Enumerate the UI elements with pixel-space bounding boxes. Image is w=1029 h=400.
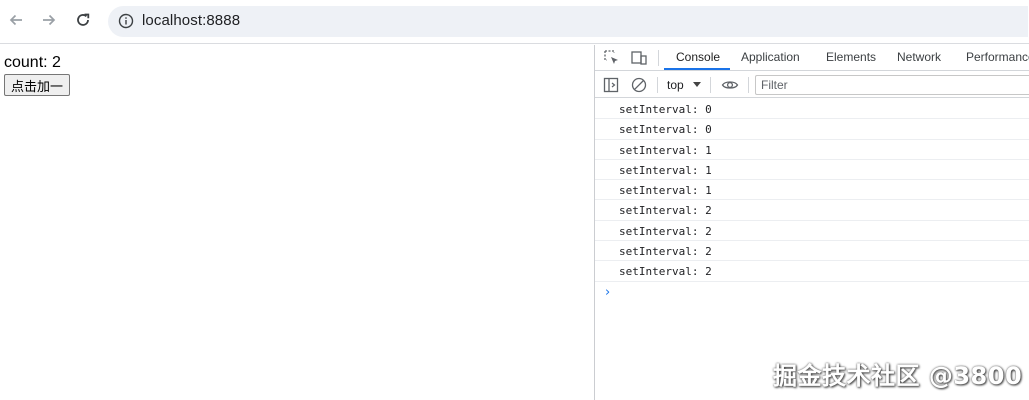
active-tab-indicator bbox=[664, 68, 730, 70]
reload-button[interactable] bbox=[71, 8, 95, 32]
caret-down-icon[interactable] bbox=[693, 82, 701, 87]
log-row: setInterval: 2 bbox=[595, 261, 1029, 282]
log-message: setInterval: 2 bbox=[619, 245, 712, 259]
reload-icon bbox=[77, 13, 90, 26]
tab-application[interactable]: Application bbox=[741, 50, 800, 64]
log-row: setInterval: 1 bbox=[595, 180, 1029, 201]
log-message: setInterval: 2 bbox=[619, 265, 712, 279]
arrow-left-icon bbox=[9, 14, 22, 26]
toolbar-separator bbox=[710, 77, 711, 93]
add-one-button[interactable]: 点击加一 bbox=[4, 74, 71, 96]
log-message: setInterval: 0 bbox=[619, 123, 712, 137]
url-text[interactable]: localhost:8888 bbox=[142, 12, 240, 29]
arrow-right-icon bbox=[43, 14, 56, 26]
log-message: setInterval: 2 bbox=[619, 224, 712, 238]
log-row: setInterval: 1 bbox=[595, 140, 1029, 160]
inspect-icon bbox=[604, 50, 618, 64]
log-row: setInterval: 0 bbox=[595, 119, 1029, 140]
console-prompt[interactable]: › bbox=[605, 285, 610, 300]
clear-icon bbox=[631, 77, 647, 93]
devtools-panel: Console Application Elements Network Per… bbox=[594, 45, 1029, 400]
log-row: setInterval: 2 bbox=[595, 221, 1029, 242]
log-message: setInterval: 1 bbox=[619, 143, 712, 157]
log-row: setInterval: 1 bbox=[595, 160, 1029, 181]
context-selector[interactable]: top bbox=[667, 78, 684, 92]
count-label: count: 2 bbox=[4, 54, 61, 72]
sidebar-icon bbox=[603, 77, 619, 93]
log-row: setInterval: 2 bbox=[595, 200, 1029, 221]
tab-network[interactable]: Network bbox=[897, 50, 941, 64]
console-log-list: setInterval: 0 setInterval: 0 setInterva… bbox=[595, 99, 1029, 282]
page-viewport: count: 2 点击加一 bbox=[0, 45, 594, 400]
address-bar[interactable]: localhost:8888 bbox=[108, 6, 1028, 37]
log-message: setInterval: 1 bbox=[619, 163, 712, 177]
count-text: count: 2 bbox=[4, 54, 61, 71]
log-message: setInterval: 1 bbox=[619, 184, 712, 198]
device-toolbar-button[interactable] bbox=[630, 49, 648, 67]
filter-input[interactable] bbox=[761, 78, 1021, 92]
sidebar-toggle-button[interactable] bbox=[602, 76, 620, 94]
eye-icon bbox=[721, 81, 739, 89]
log-message: setInterval: 0 bbox=[619, 103, 712, 116]
browser-toolbar: localhost:8888 bbox=[0, 0, 1029, 44]
toolbar-separator bbox=[748, 77, 749, 93]
live-expression-button[interactable] bbox=[721, 76, 739, 94]
watermark: 掘金技术社区 @3800 bbox=[773, 362, 1023, 390]
log-row: setInterval: 0 bbox=[595, 99, 1029, 120]
tab-console[interactable]: Console bbox=[676, 50, 720, 64]
tab-elements[interactable]: Elements bbox=[826, 50, 876, 64]
devtools-tabbar: Console Application Elements Network Per… bbox=[595, 45, 1029, 71]
forward-button[interactable] bbox=[37, 8, 61, 32]
info-icon[interactable] bbox=[118, 13, 134, 29]
filter-box[interactable] bbox=[755, 75, 1029, 95]
toolbar-separator bbox=[657, 77, 658, 93]
log-row: setInterval: 2 bbox=[595, 241, 1029, 262]
tab-performance[interactable]: Performance bbox=[966, 50, 1029, 64]
back-button[interactable] bbox=[4, 8, 28, 32]
inspect-element-button[interactable] bbox=[603, 49, 621, 67]
device-icon bbox=[631, 51, 647, 65]
log-message: setInterval: 2 bbox=[619, 204, 712, 218]
console-toolbar: top bbox=[595, 72, 1029, 98]
clear-console-button[interactable] bbox=[630, 76, 648, 94]
tab-separator bbox=[658, 50, 659, 66]
